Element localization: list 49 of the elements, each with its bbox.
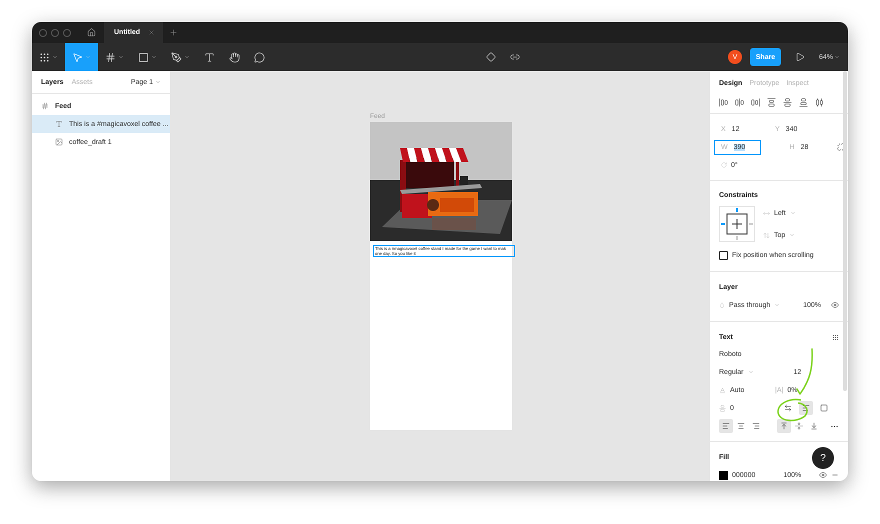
chevron-down-icon <box>790 210 796 216</box>
align-icon[interactable] <box>719 98 728 106</box>
paragraph-spacing-icon <box>719 404 726 412</box>
align-icon[interactable] <box>751 98 760 106</box>
play-icon[interactable] <box>794 52 805 62</box>
blend-icon <box>719 302 725 308</box>
text-icon <box>204 52 215 62</box>
frame-icon <box>41 102 49 110</box>
checkbox[interactable] <box>719 250 728 260</box>
link-icon[interactable] <box>510 52 520 62</box>
frame-icon <box>105 52 116 62</box>
chevron-down-icon <box>155 79 161 85</box>
line-height-icon <box>719 386 726 394</box>
color-swatch[interactable] <box>719 470 728 480</box>
new-tab-icon <box>169 28 178 37</box>
constraint-widget[interactable] <box>719 206 755 242</box>
horizontal-constraint-icon <box>763 210 770 216</box>
pointer-icon <box>72 52 83 62</box>
align-icon[interactable] <box>815 98 824 106</box>
hand-icon <box>229 52 240 62</box>
pen-icon <box>171 52 182 62</box>
align-icon[interactable] <box>783 98 792 106</box>
menu-icon <box>39 52 50 62</box>
eye-icon <box>819 471 827 479</box>
text-icon <box>55 120 63 128</box>
image-icon <box>55 138 63 146</box>
vertical-constraint-icon <box>763 232 770 238</box>
rectangle-icon <box>138 52 149 62</box>
chevron-down-icon <box>789 232 796 238</box>
chevron-down-icon <box>52 54 58 60</box>
align-left-icon[interactable] <box>719 419 733 433</box>
scrollbar[interactable] <box>843 71 847 391</box>
component-icon[interactable] <box>486 52 496 62</box>
chevron-down-icon <box>118 54 124 60</box>
home-icon <box>87 28 96 37</box>
chevron-down-icon <box>748 369 754 375</box>
close-icon <box>148 29 156 36</box>
chevron-down-icon <box>774 302 780 308</box>
comment-icon <box>254 52 265 62</box>
align-icon[interactable] <box>767 98 776 106</box>
chevron-down-icon <box>85 54 91 60</box>
eye-icon <box>831 301 839 309</box>
link-icon <box>837 143 845 151</box>
chevron-down-icon <box>834 54 840 60</box>
chevron-down-icon <box>151 54 157 60</box>
rotation-icon <box>721 162 727 168</box>
align-icon[interactable] <box>735 98 744 106</box>
chevron-down-icon <box>184 54 190 60</box>
align-icon[interactable] <box>799 98 808 106</box>
